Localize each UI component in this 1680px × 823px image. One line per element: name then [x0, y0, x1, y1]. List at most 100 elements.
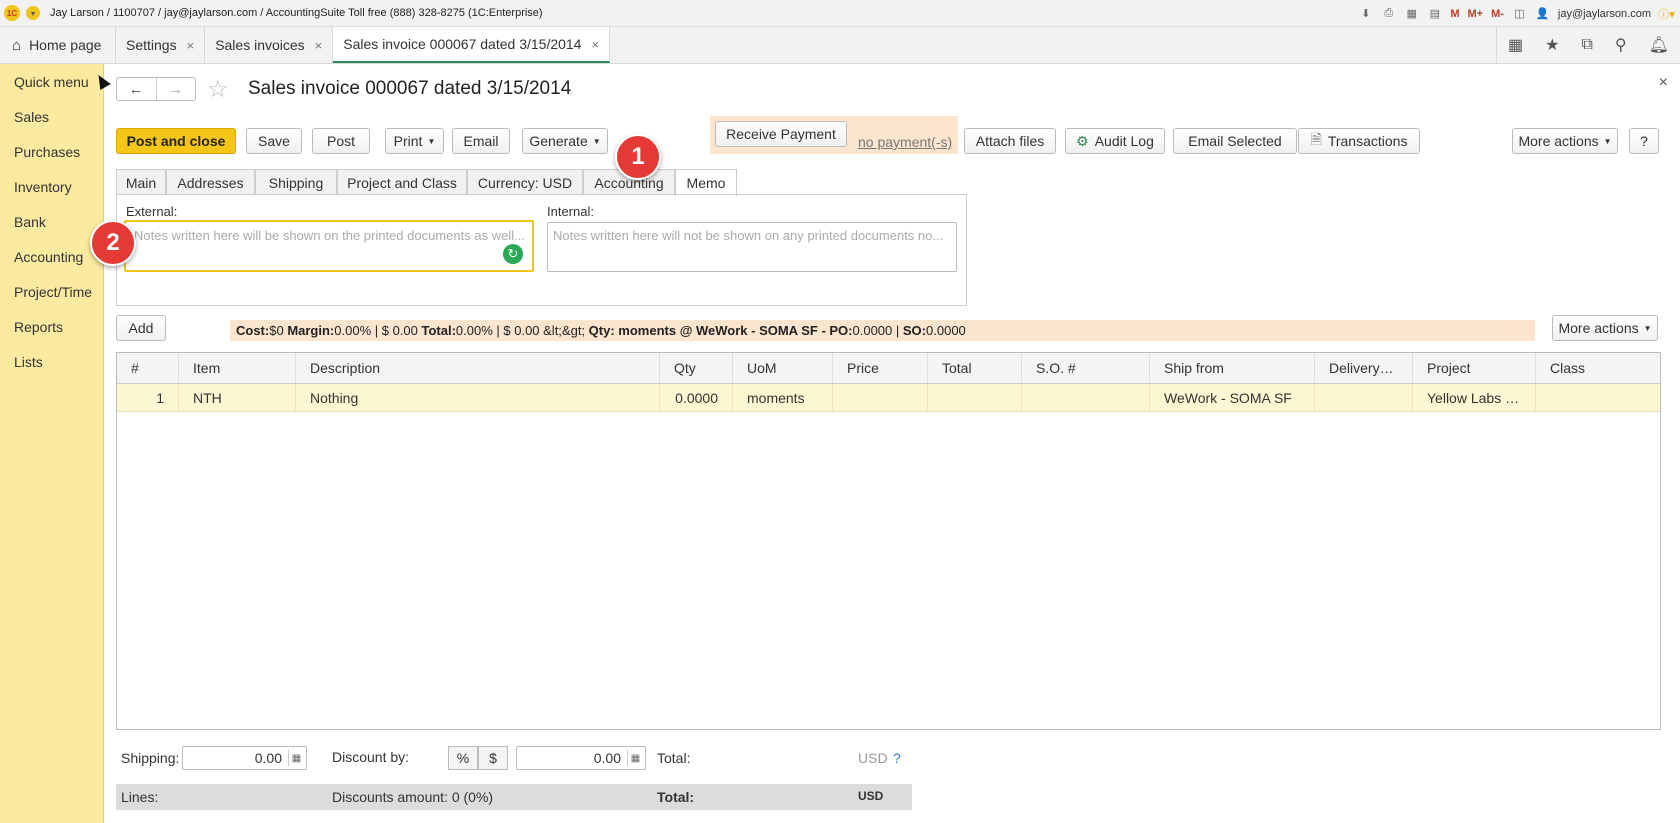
- user-icon: 👤: [1535, 8, 1550, 20]
- memory-m-button[interactable]: M: [1450, 8, 1459, 20]
- tab-home-page[interactable]: ⌂ Home page: [0, 27, 116, 63]
- tab-memo[interactable]: Memo: [675, 169, 737, 196]
- post-and-close-button[interactable]: Post and close: [116, 128, 236, 154]
- sidebar-item-sales[interactable]: Sales: [0, 99, 103, 134]
- history-icon[interactable]: ⧉: [1581, 36, 1592, 54]
- notifications-bell-icon[interactable]: 🔔︎: [1649, 35, 1669, 55]
- sidebar-item-lists[interactable]: Lists: [0, 344, 103, 379]
- favorites-star-icon[interactable]: ★: [1545, 35, 1559, 55]
- transactions-button[interactable]: 🗎 Transactions: [1298, 128, 1420, 154]
- table-row[interactable]: 1 NTH Nothing 0.0000 moments WeWork - SO…: [117, 384, 1660, 412]
- tab-settings[interactable]: Settings ×: [116, 27, 206, 63]
- calendar-icon[interactable]: ▤: [1427, 6, 1442, 21]
- info-icon[interactable]: ⓘ▾: [1658, 6, 1675, 21]
- payments-link[interactable]: no payment(-s): [858, 134, 952, 150]
- col-qty[interactable]: Qty: [660, 353, 733, 383]
- cell-description[interactable]: Nothing: [296, 384, 660, 411]
- search-icon[interactable]: ⚲: [1615, 35, 1627, 55]
- discount-percent-button[interactable]: %: [448, 746, 478, 770]
- discount-dollar-button[interactable]: $: [478, 746, 508, 770]
- sidebar-item-quick-menu[interactable]: Quick menu: [0, 64, 103, 99]
- internal-memo-field[interactable]: Notes written here will not be shown on …: [547, 222, 957, 272]
- forward-arrow-icon[interactable]: →: [155, 78, 196, 100]
- discount-field[interactable]: 0.00 ▦: [516, 746, 646, 770]
- calculator-icon[interactable]: ▦: [1404, 6, 1419, 21]
- col-price[interactable]: Price: [833, 353, 928, 383]
- col-description[interactable]: Description: [296, 353, 660, 383]
- save-button[interactable]: Save: [246, 128, 302, 154]
- external-memo-field[interactable]: Notes written here will be shown on the …: [124, 220, 534, 272]
- back-arrow-icon[interactable]: ←: [117, 78, 156, 100]
- currency-help-link[interactable]: ?: [893, 750, 901, 766]
- help-button[interactable]: ?: [1629, 128, 1659, 154]
- sidebar-item-bank[interactable]: Bank: [0, 204, 103, 239]
- receive-payment-button[interactable]: Receive Payment: [715, 121, 847, 147]
- col-class[interactable]: Class: [1536, 353, 1660, 383]
- audit-log-button[interactable]: ⚙ Audit Log: [1065, 128, 1165, 154]
- print-button[interactable]: Print ▼: [385, 128, 444, 154]
- col-delivery[interactable]: Delivery…: [1315, 353, 1413, 383]
- print-label: Print: [393, 133, 423, 149]
- memory-m-minus-button[interactable]: M-: [1491, 8, 1504, 20]
- more-actions-button[interactable]: More actions ▼: [1512, 128, 1618, 154]
- app-logo-icon[interactable]: 1C: [4, 5, 20, 21]
- print-icon[interactable]: ⎙: [1381, 6, 1396, 21]
- tab-shipping[interactable]: Shipping: [255, 169, 337, 195]
- title-bar: 1C ▾ Jay Larson / 1100707 / jay@jaylarso…: [0, 0, 1680, 27]
- favorite-star-icon[interactable]: ☆: [207, 75, 229, 104]
- cell-class[interactable]: [1536, 384, 1660, 411]
- col-item[interactable]: Item: [179, 353, 296, 383]
- col-total[interactable]: Total: [928, 353, 1022, 383]
- user-email[interactable]: jay@jaylarson.com: [1558, 8, 1651, 20]
- post-button[interactable]: Post: [312, 128, 370, 154]
- panels-icon[interactable]: ◫: [1512, 6, 1527, 21]
- col-uom[interactable]: UoM: [733, 353, 833, 383]
- memory-m-plus-button[interactable]: M+: [1467, 8, 1483, 20]
- col-project[interactable]: Project: [1413, 353, 1536, 383]
- tab-currency[interactable]: Currency: USD: [467, 169, 583, 195]
- main-menu-dropdown-icon[interactable]: ▾: [26, 6, 40, 20]
- cell-ship-from[interactable]: WeWork - SOMA SF: [1150, 384, 1315, 411]
- calculator-icon[interactable]: ▦: [627, 750, 643, 766]
- sidebar-item-inventory[interactable]: Inventory: [0, 169, 103, 204]
- col-so[interactable]: S.O. #: [1022, 353, 1150, 383]
- tab-main[interactable]: Main: [116, 169, 166, 195]
- cell-qty[interactable]: 0.0000: [660, 384, 733, 411]
- qty-value: moments @ WeWork - SOMA SF: [618, 323, 818, 338]
- col-ship-from[interactable]: Ship from: [1150, 353, 1315, 383]
- email-button[interactable]: Email: [452, 128, 510, 154]
- sidebar-item-project-time[interactable]: Project/Time: [0, 274, 103, 309]
- cell-uom[interactable]: moments: [733, 384, 833, 411]
- close-tab-icon[interactable]: ×: [187, 38, 195, 53]
- generate-button[interactable]: Generate ▼: [522, 128, 608, 154]
- close-tab-icon[interactable]: ×: [591, 37, 599, 52]
- tab-project-and-class[interactable]: Project and Class: [337, 169, 467, 195]
- col-number[interactable]: #: [117, 353, 179, 383]
- calculator-icon[interactable]: ▦: [288, 750, 304, 766]
- lines-more-actions-button[interactable]: More actions ▼: [1552, 315, 1658, 341]
- currency-label-2: USD: [858, 789, 884, 803]
- sidebar-item-accounting[interactable]: Accounting: [0, 239, 103, 274]
- tab-sales-invoices[interactable]: Sales invoices ×: [205, 27, 334, 63]
- email-selected-button[interactable]: Email Selected: [1173, 128, 1297, 154]
- apps-grid-icon[interactable]: ▦: [1508, 35, 1523, 55]
- tab-addresses[interactable]: Addresses: [166, 169, 255, 195]
- sidebar-item-reports[interactable]: Reports: [0, 309, 103, 344]
- grammarly-refresh-icon[interactable]: ↻: [503, 244, 523, 264]
- cell-number[interactable]: 1: [117, 384, 179, 411]
- shipping-value: 0.00: [254, 750, 282, 766]
- cell-so[interactable]: [1022, 384, 1150, 411]
- add-line-button[interactable]: Add: [116, 315, 166, 341]
- cell-total[interactable]: [928, 384, 1022, 411]
- sidebar-item-purchases[interactable]: Purchases: [0, 134, 103, 169]
- shipping-field[interactable]: 0.00 ▦: [182, 746, 307, 770]
- save-to-disk-icon[interactable]: ⬇: [1358, 6, 1373, 21]
- attach-files-button[interactable]: Attach files: [964, 128, 1056, 154]
- cell-item[interactable]: NTH: [179, 384, 296, 411]
- cell-price[interactable]: [833, 384, 928, 411]
- close-form-icon[interactable]: ×: [1659, 74, 1668, 92]
- tab-sales-invoice-000067[interactable]: Sales invoice 000067 dated 3/15/2014 ×: [333, 27, 611, 63]
- cell-project[interactable]: Yellow Labs …: [1413, 384, 1536, 411]
- close-tab-icon[interactable]: ×: [315, 38, 323, 53]
- cell-delivery[interactable]: [1315, 384, 1413, 411]
